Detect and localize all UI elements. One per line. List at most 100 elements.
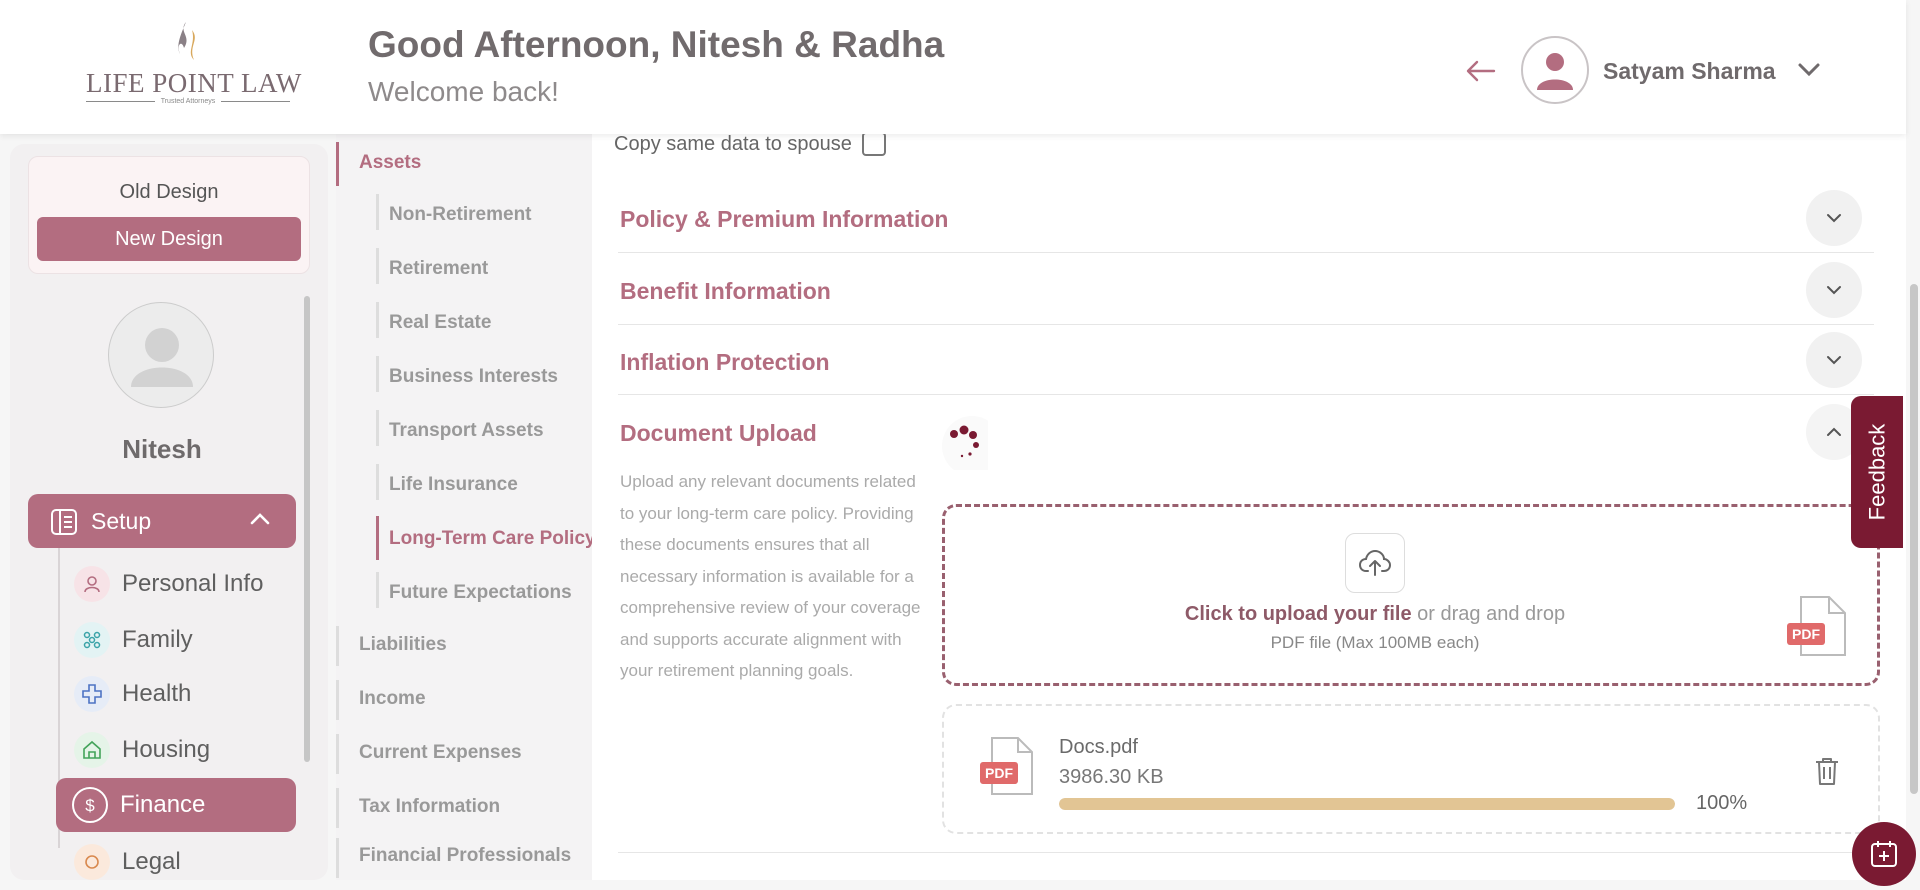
file-name: Docs.pdf <box>1059 736 1138 758</box>
sidebar-item-finance[interactable]: $ Finance <box>56 778 296 832</box>
logo[interactable]: LIFE POINT LAW Trusted Attorneys <box>86 20 302 110</box>
accordion-policy-premium[interactable]: Policy & Premium Information <box>620 206 948 233</box>
loading-spinner-icon <box>942 416 988 470</box>
accordion-inflation-protection[interactable]: Inflation Protection <box>620 349 830 376</box>
subnav-item-non-retirement[interactable]: Non-Retirement <box>389 204 532 226</box>
dollar-icon: $ <box>72 787 108 823</box>
old-design-button[interactable]: Old Design <box>29 181 309 204</box>
subnav-active-bar <box>376 516 379 560</box>
subnav-bar <box>376 464 379 500</box>
upload-cloud-icon <box>1345 533 1405 593</box>
subnav-financial-professionals[interactable]: Financial Professionals <box>359 845 571 867</box>
trash-icon[interactable] <box>1814 756 1840 786</box>
accordion-document-upload[interactable]: Document Upload <box>620 420 817 447</box>
upload-progress-bar <box>1059 798 1675 810</box>
subnav-bar <box>376 194 379 230</box>
sidebar-item-label: Personal Info <box>122 570 264 597</box>
divider <box>618 252 1874 253</box>
logo-tagline: Trusted Attorneys <box>86 98 290 105</box>
subnav-bar <box>376 302 379 338</box>
file-size: 3986.30 KB <box>1059 766 1164 788</box>
back-arrow-icon[interactable] <box>1464 56 1498 86</box>
sidebar-item-label: Health <box>122 680 192 707</box>
upload-progress-label: 100% <box>1696 792 1748 814</box>
accordion-toggle[interactable] <box>1806 262 1862 318</box>
upload-hint: PDF file (Max 100MB each) <box>1270 633 1480 652</box>
sidebar: Old Design New Design Nitesh Setup Perso… <box>10 144 328 880</box>
chevron-down-icon <box>1827 214 1841 223</box>
feedback-label: Feedback <box>1864 423 1889 521</box>
copy-to-spouse-label: Copy same data to spouse <box>614 132 852 155</box>
user-name[interactable]: Satyam Sharma <box>1603 58 1776 85</box>
legal-icon <box>74 844 110 880</box>
finance-subnav: Assets Non-Retirement Retirement Real Es… <box>336 134 596 880</box>
setup-panel-icon <box>51 509 77 535</box>
sidebar-item-legal[interactable]: Legal <box>74 838 181 880</box>
subnav-bar <box>376 410 379 446</box>
logo-text: LIFE POINT LAW <box>86 68 302 98</box>
svg-text:PDF: PDF <box>985 765 1013 781</box>
sidebar-item-label: Housing <box>122 736 211 763</box>
subnav-liabilities[interactable]: Liabilities <box>359 634 447 656</box>
house-icon <box>74 732 110 768</box>
subnav-bar <box>336 680 339 720</box>
sidebar-item-family[interactable]: Family <box>74 616 193 664</box>
upload-dropzone[interactable]: Click to upload your file or drag and dr… <box>942 504 1880 686</box>
subnav-item-future-expectations[interactable]: Future Expectations <box>389 582 572 604</box>
feedback-tab[interactable]: Feedback <box>1851 396 1903 548</box>
sidebar-item-label: Legal <box>122 848 181 875</box>
sidebar-item-health[interactable]: Health <box>74 670 191 718</box>
user-avatar[interactable] <box>1521 36 1589 104</box>
subnav-item-long-term-care-policy[interactable]: Long-Term Care Policy <box>389 528 596 550</box>
subnav-current-expenses[interactable]: Current Expenses <box>359 742 522 764</box>
subnav-bar <box>376 356 379 392</box>
copy-to-spouse-checkbox[interactable] <box>861 132 886 156</box>
sidebar-item-personal-info[interactable]: Personal Info <box>74 560 263 608</box>
health-cross-icon <box>74 676 110 712</box>
subnav-item-life-insurance[interactable]: Life Insurance <box>389 474 518 496</box>
subnav-item-real-estate[interactable]: Real Estate <box>389 312 491 334</box>
upload-click-link[interactable]: Click to upload your file <box>1185 603 1412 625</box>
accordion-toggle[interactable] <box>1806 190 1862 246</box>
subnav-bar <box>336 838 339 878</box>
chevron-down-icon <box>1827 286 1841 295</box>
new-design-button[interactable]: New Design <box>37 217 301 261</box>
subnav-bar <box>336 734 339 774</box>
add-event-button[interactable] <box>1852 822 1916 886</box>
subnav-income[interactable]: Income <box>359 688 426 710</box>
setup-menu[interactable]: Setup <box>28 494 296 548</box>
design-toggle: Old Design New Design <box>28 156 310 274</box>
page-scrollbar[interactable] <box>1910 284 1918 794</box>
profile-name: Nitesh <box>122 434 202 464</box>
subnav-item-retirement[interactable]: Retirement <box>389 258 488 280</box>
sidebar-scrollbar[interactable] <box>304 296 310 762</box>
upload-progress-fill <box>1059 798 1675 810</box>
divider <box>618 324 1874 325</box>
svg-text:PDF: PDF <box>1792 626 1820 642</box>
user-silhouette-icon <box>1537 53 1573 90</box>
subnav-assets[interactable]: Assets <box>359 152 421 174</box>
copy-to-spouse[interactable]: Copy same data to spouse <box>614 132 886 156</box>
profile-silhouette-icon <box>131 328 193 387</box>
subnav-item-transport-assets[interactable]: Transport Assets <box>389 420 544 442</box>
subnav-item-business-interests[interactable]: Business Interests <box>389 366 558 388</box>
accordion-toggle[interactable] <box>1806 332 1862 388</box>
assets-active-bar <box>336 142 339 186</box>
sidebar-item-label: Family <box>122 626 193 653</box>
accordion-benefit-information[interactable]: Benefit Information <box>620 278 831 305</box>
subnav-tax-information[interactable]: Tax Information <box>359 796 500 818</box>
subnav-bar <box>336 788 339 828</box>
main-content: Copy same data to spouse Policy & Premiu… <box>592 132 1906 880</box>
uploaded-file-card: PDF Docs.pdf 3986.30 KB 100% <box>942 704 1880 834</box>
sidebar-item-label: Finance <box>120 791 206 818</box>
flame-logo-icon <box>178 22 195 60</box>
person-icon <box>74 566 110 602</box>
subnav-bar <box>376 248 379 284</box>
sidebar-item-housing[interactable]: Housing <box>74 726 210 774</box>
divider <box>618 394 1874 395</box>
chevron-up-icon <box>1827 427 1841 436</box>
profile-avatar <box>108 302 214 408</box>
chevron-down-icon[interactable] <box>1797 60 1821 78</box>
upload-instruction: Click to upload your file or drag and dr… <box>1184 603 1566 625</box>
setup-label: Setup <box>91 508 152 534</box>
